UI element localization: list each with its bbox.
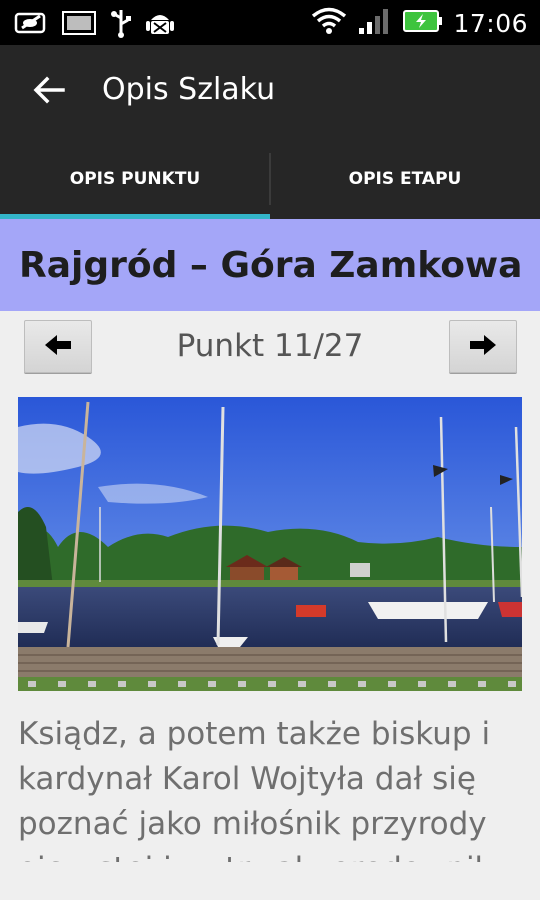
action-bar: Opis Szlaku bbox=[0, 45, 540, 139]
eye-slash-icon bbox=[14, 10, 48, 40]
status-time: 17:06 bbox=[453, 8, 528, 38]
tab-opis-punktu[interactable]: OPIS PUNKTU bbox=[0, 139, 270, 219]
point-description: Ksiądz, a potem także biskup i kardynał … bbox=[18, 716, 493, 862]
tab-label: OPIS PUNKTU bbox=[69, 169, 201, 189]
app-title: Opis Szlaku bbox=[102, 72, 276, 107]
point-counter: Punkt 11/27 bbox=[176, 328, 364, 364]
point-navigation: Punkt 11/27 bbox=[0, 318, 540, 376]
previous-point-button[interactable] bbox=[24, 320, 92, 373]
back-button[interactable] bbox=[24, 67, 74, 117]
next-point-button[interactable] bbox=[449, 320, 517, 373]
arrow-left-icon bbox=[33, 76, 65, 108]
android-debug-icon bbox=[146, 8, 174, 42]
arrow-right-icon bbox=[468, 333, 498, 361]
status-bar-notifications bbox=[14, 8, 174, 42]
wifi-icon bbox=[311, 7, 347, 39]
status-bar-system: 17:06 bbox=[311, 6, 528, 40]
usb-icon bbox=[110, 8, 132, 42]
signal-icon bbox=[357, 6, 393, 40]
point-title: Rajgród – Góra Zamkowa bbox=[19, 244, 523, 286]
tab-divider bbox=[269, 153, 271, 205]
image-icon bbox=[62, 10, 96, 40]
arrow-left-icon bbox=[43, 333, 73, 361]
status-bar: 17:06 bbox=[0, 0, 540, 45]
battery-charging-icon bbox=[403, 8, 443, 38]
point-title-band: Rajgród – Góra Zamkowa bbox=[0, 219, 540, 311]
point-photo bbox=[18, 397, 522, 691]
tab-label: OPIS ETAPU bbox=[348, 169, 462, 189]
tab-opis-etapu[interactable]: OPIS ETAPU bbox=[270, 139, 540, 219]
